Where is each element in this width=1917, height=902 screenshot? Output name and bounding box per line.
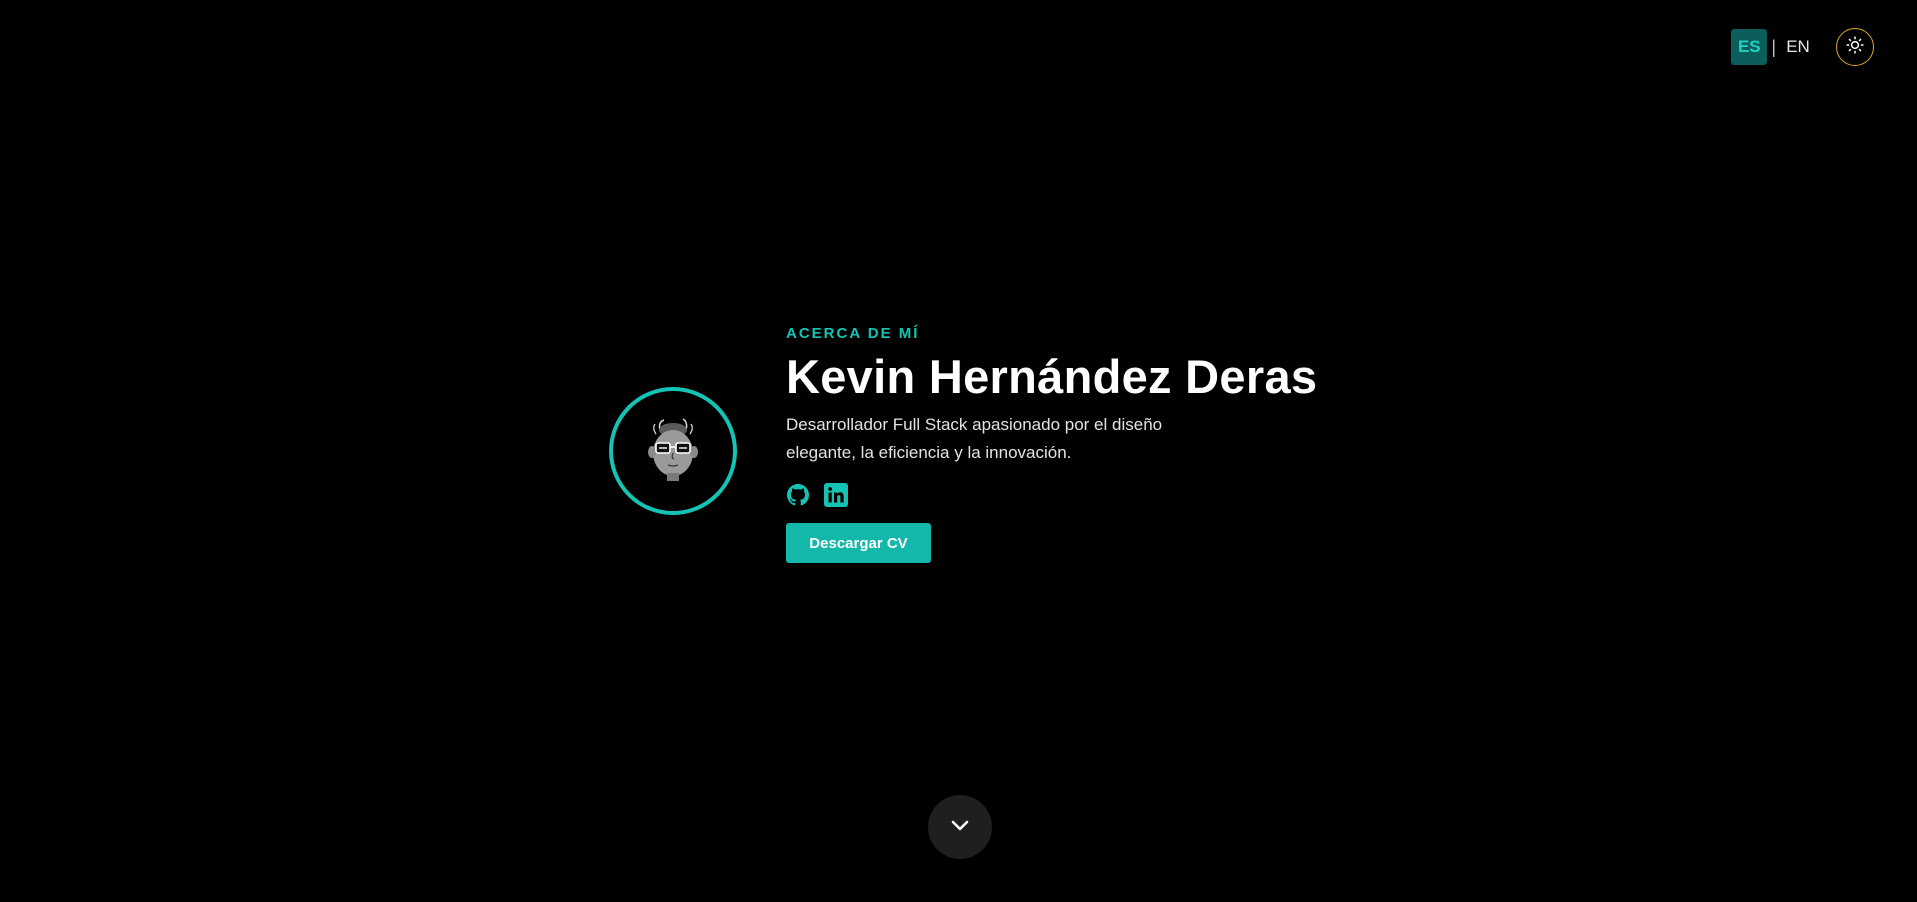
section-eyebrow: ACERCA DE MÍ <box>786 325 920 342</box>
hero-description: Desarrollador Full Stack apasionado por … <box>786 415 1163 462</box>
chevron-down-icon <box>948 813 972 842</box>
download-cv-button[interactable]: Descargar CV <box>786 523 931 563</box>
top-bar: ES | EN <box>1731 28 1874 66</box>
scroll-down-button[interactable] <box>928 795 992 859</box>
hero-section: ACERCA DE MÍ Kevin Hernández Deras Desar… <box>609 325 1317 563</box>
lang-en-button[interactable]: EN <box>1780 29 1816 65</box>
lang-separator: | <box>1771 36 1776 57</box>
linkedin-icon <box>824 482 848 512</box>
social-links <box>786 482 1317 512</box>
linkedin-link[interactable] <box>824 482 848 512</box>
avatar-illustration <box>648 418 698 481</box>
github-link[interactable] <box>786 483 810 511</box>
page: ES | EN ACERCA DE MÍ Kevin Hernández Der… <box>0 0 1917 902</box>
page-title: Kevin Hernández Deras <box>786 350 1318 403</box>
theme-toggle-button[interactable] <box>1836 28 1874 66</box>
lang-es-button[interactable]: ES <box>1731 29 1768 65</box>
sun-icon <box>1846 35 1864 59</box>
github-icon <box>787 483 809 511</box>
hero-content: ACERCA DE MÍ Kevin Hernández Deras Desar… <box>786 325 1317 563</box>
avatar <box>609 387 737 515</box>
